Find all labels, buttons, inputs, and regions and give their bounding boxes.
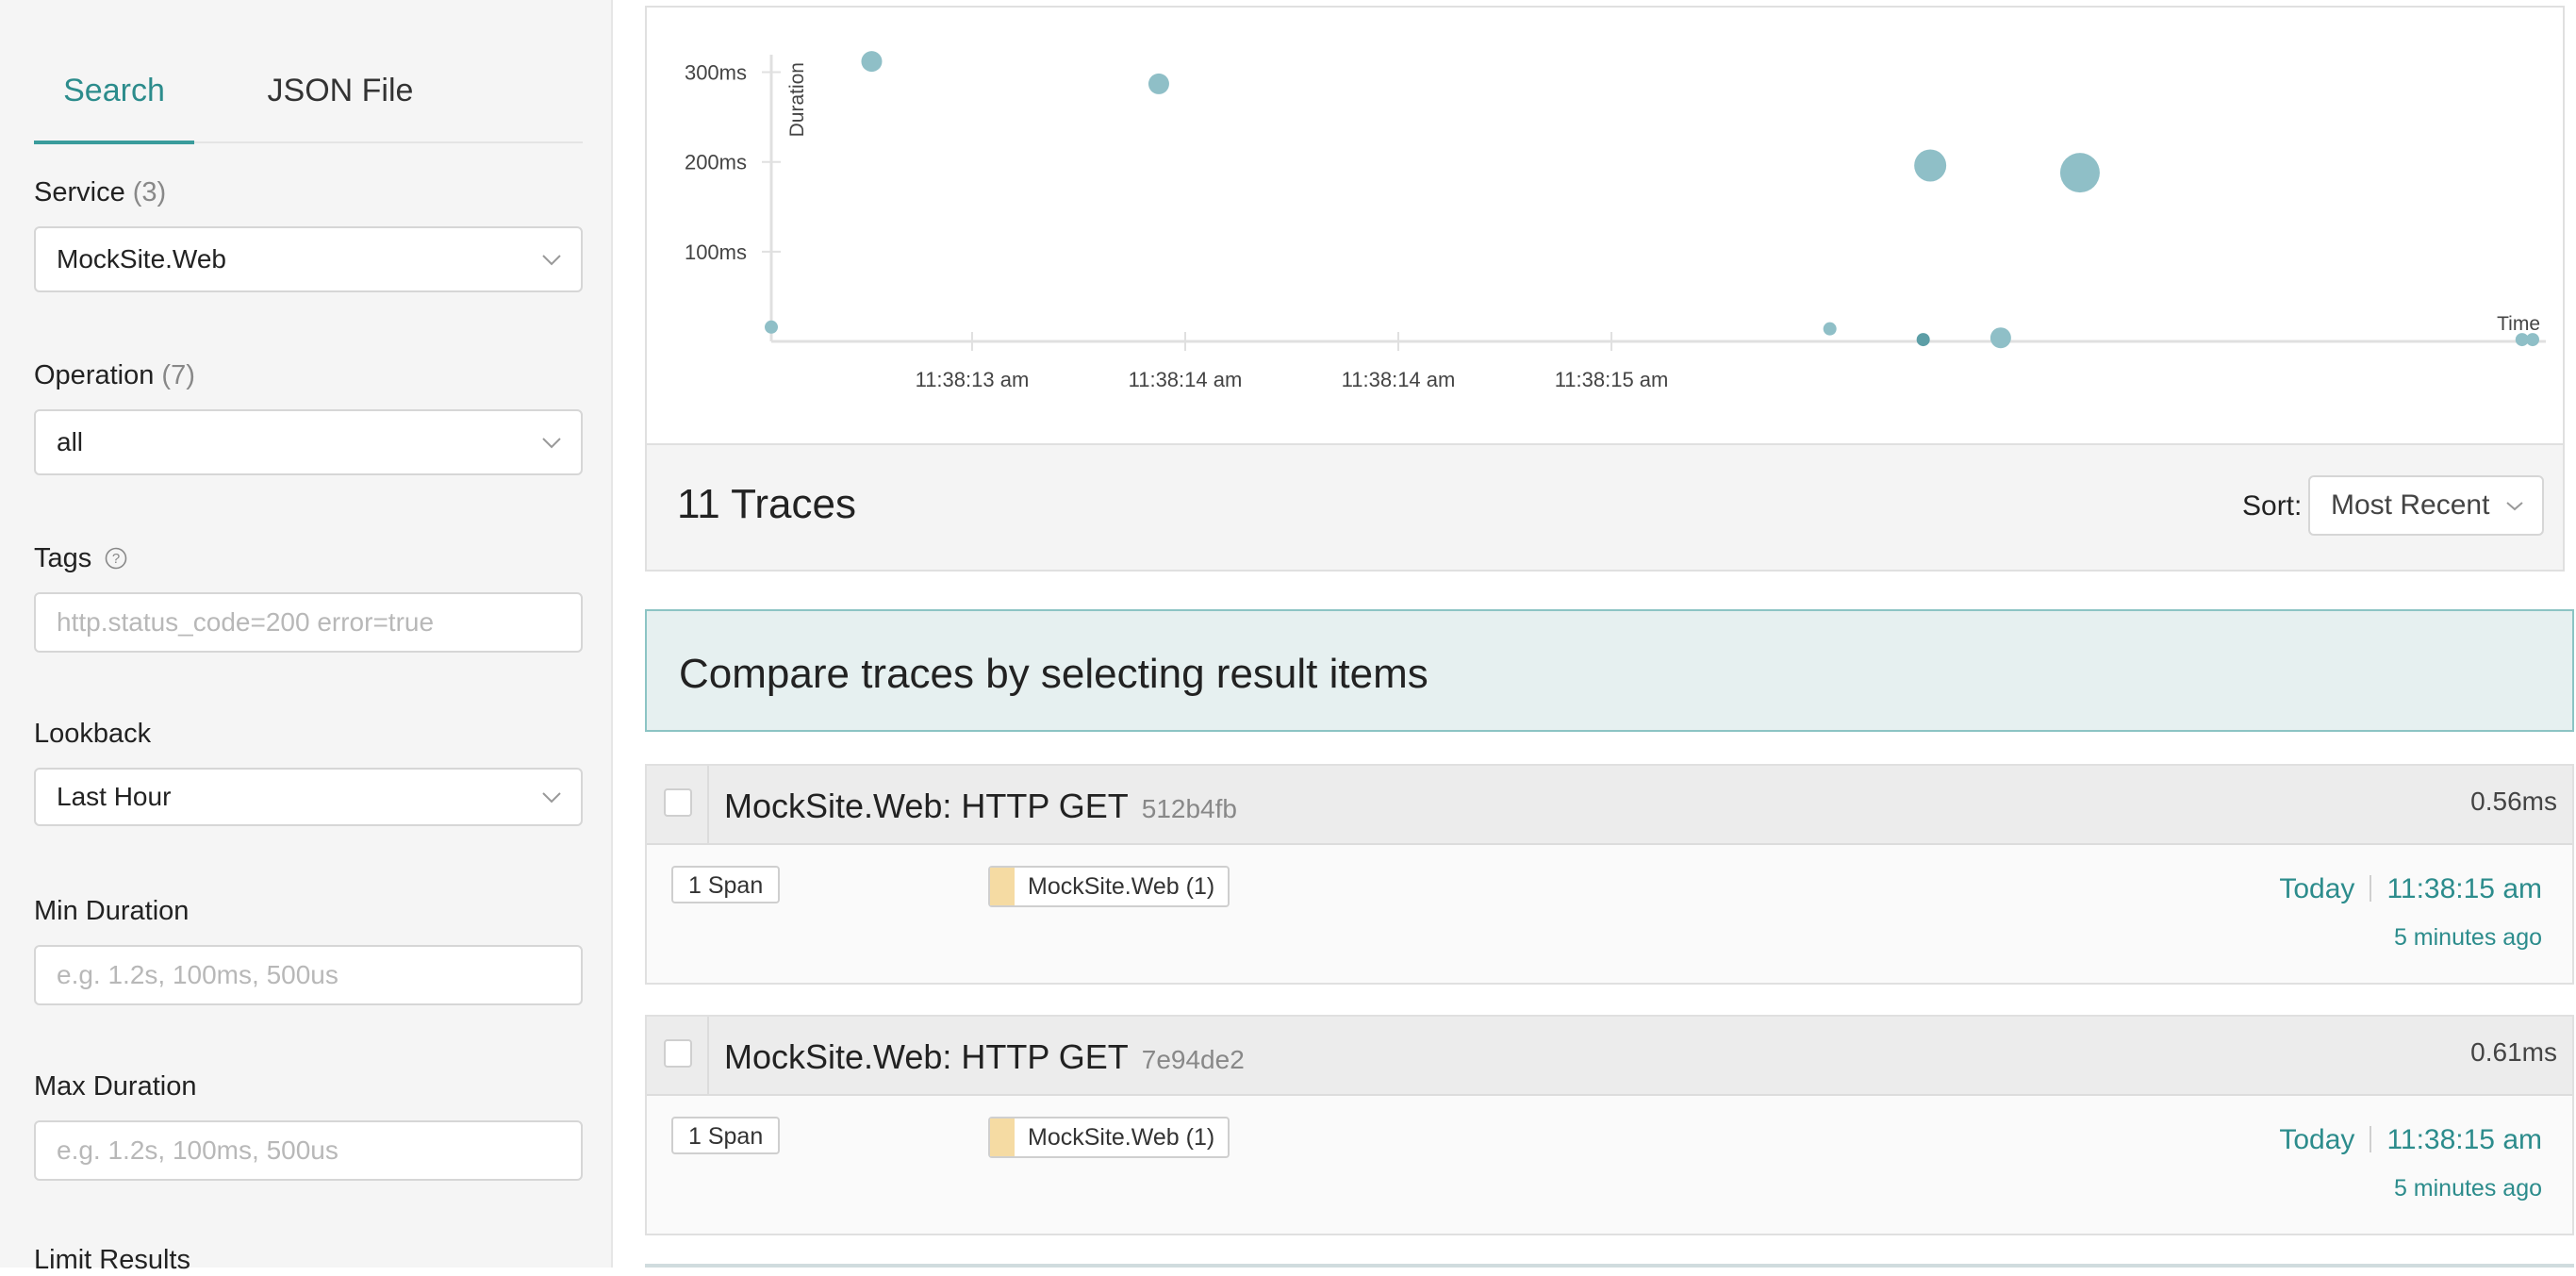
timestamp-divider: [2370, 875, 2372, 902]
service-badge-label: MockSite.Web (1): [1028, 1124, 1215, 1151]
trace-point[interactable]: [1990, 327, 2011, 349]
trace-point[interactable]: [2059, 153, 2100, 193]
trace-point[interactable]: [1823, 322, 1837, 336]
sort-select-value: Most Recent: [2331, 489, 2490, 521]
tags-label: Tags ?: [34, 543, 127, 574]
results-header: 11 Traces Sort: Most Recent: [645, 445, 2565, 572]
limit-results-label: Limit Results: [34, 1245, 190, 1275]
y-axis-ticks: 300ms 200ms 100ms: [685, 61, 781, 264]
max-duration-input[interactable]: [34, 1120, 583, 1181]
lookback-select-value: Last Hour: [57, 782, 172, 811]
trace-header: MockSite.Web: HTTP GET 512b4fb 0.56ms: [647, 766, 2572, 845]
trace-timestamp: Today 11:38:15 am: [2279, 873, 2542, 905]
trace-select-checkbox[interactable]: [664, 1039, 692, 1068]
trace-id: 7e94de2: [1141, 1045, 1245, 1074]
compare-banner-text: Compare traces by selecting result items: [679, 651, 1428, 697]
sort-label: Sort:: [2242, 490, 2303, 522]
y-tick-label: 300ms: [685, 61, 747, 85]
trace-relative-time: 5 minutes ago: [2393, 1175, 2542, 1201]
trace-scatter-chart: 300ms 200ms 100ms 11:38:13 am 11:38:14 am 11…: [645, 6, 2565, 445]
service-badge: MockSite.Web (1): [988, 866, 1230, 907]
service-badge: MockSite.Web (1): [988, 1117, 1230, 1158]
service-color-swatch: [990, 1119, 1015, 1156]
chevron-down-icon: [542, 255, 561, 266]
min-duration-label: Min Duration: [34, 896, 190, 926]
trace-date: Today: [2279, 1124, 2355, 1155]
span-count-badge: 1 Span: [671, 866, 781, 903]
operation-count: (7): [161, 360, 195, 390]
max-duration-label: Max Duration: [34, 1071, 197, 1102]
operation-label-text: Operation: [34, 360, 155, 390]
trace-point[interactable]: [1148, 73, 1169, 94]
lookback-label: Lookback: [34, 719, 152, 749]
trace-title[interactable]: MockSite.Web: HTTP GET 7e94de2: [724, 1037, 1245, 1077]
compare-banner: Compare traces by selecting result items: [645, 609, 2574, 732]
trace-date: Today: [2279, 873, 2355, 904]
service-count: (3): [132, 177, 167, 207]
sort-select[interactable]: Most Recent: [2308, 475, 2544, 536]
x-tick-label: 11:38:13 am: [916, 368, 1030, 391]
tab-search[interactable]: Search: [34, 38, 194, 144]
span-count-badge: 1 Span: [671, 1117, 781, 1154]
trace-point[interactable]: [861, 51, 883, 73]
trace-result-item-partial[interactable]: [645, 1264, 2574, 1268]
trace-select-checkbox[interactable]: [664, 788, 692, 817]
sidebar-tabs: Search JSON File: [34, 38, 583, 144]
results-count: 11 Traces: [677, 481, 856, 527]
tags-label-text: Tags: [34, 543, 92, 573]
search-sidebar: Search JSON File Service (3) MockSite.We…: [0, 0, 613, 1275]
service-label-text: Service: [34, 177, 125, 207]
x-tick-label: 11:38:14 am: [1342, 368, 1456, 391]
svg-text:?: ?: [112, 551, 120, 567]
trace-duration: 0.61ms: [2470, 1037, 2557, 1067]
trace-select-cell: [647, 766, 709, 843]
tags-input[interactable]: [34, 592, 583, 653]
service-select[interactable]: MockSite.Web: [34, 226, 583, 292]
trace-result-item[interactable]: MockSite.Web: HTTP GET 7e94de2 0.61ms 1 S…: [645, 1015, 2574, 1235]
operation-label: Operation (7): [34, 360, 195, 391]
trace-point[interactable]: [2526, 333, 2539, 347]
chart-axes: [769, 55, 2546, 343]
trace-point[interactable]: [1916, 333, 1930, 347]
trace-title[interactable]: MockSite.Web: HTTP GET 512b4fb: [724, 787, 1237, 826]
chevron-down-icon: [542, 792, 561, 804]
trace-point[interactable]: [765, 320, 778, 334]
trace-time: 11:38:15 am: [2386, 873, 2542, 904]
operation-select[interactable]: all: [34, 409, 583, 475]
trace-relative-time: 5 minutes ago: [2393, 924, 2542, 951]
x-tick-label: 11:38:14 am: [1129, 368, 1243, 391]
x-tick-label: 11:38:15 am: [1555, 368, 1669, 391]
trace-time: 11:38:15 am: [2386, 1124, 2542, 1155]
service-select-value: MockSite.Web: [57, 244, 226, 273]
operation-select-value: all: [57, 427, 84, 456]
lookback-select[interactable]: Last Hour: [34, 768, 583, 826]
trace-duration: 0.56ms: [2470, 787, 2557, 816]
timestamp-divider: [2370, 1126, 2372, 1152]
chevron-down-icon: [2506, 502, 2523, 511]
scatter-plot: 300ms 200ms 100ms 11:38:13 am 11:38:14 am 11…: [685, 51, 2546, 391]
trace-result-item[interactable]: MockSite.Web: HTTP GET 512b4fb 0.56ms 1 S…: [645, 764, 2574, 985]
service-label: Service (3): [34, 177, 166, 208]
tab-json-file[interactable]: JSON File: [251, 38, 430, 141]
y-tick-label: 100ms: [685, 240, 747, 264]
data-points[interactable]: [765, 51, 2539, 349]
trace-header: MockSite.Web: HTTP GET 7e94de2 0.61ms: [647, 1017, 2572, 1096]
trace-name: MockSite.Web: HTTP GET: [724, 787, 1129, 825]
chevron-down-icon: [542, 438, 561, 449]
x-axis-title: Time: [2497, 313, 2540, 335]
trace-id: 512b4fb: [1141, 794, 1237, 823]
trace-name: MockSite.Web: HTTP GET: [724, 1037, 1129, 1076]
service-color-swatch: [990, 868, 1015, 905]
service-badge-label: MockSite.Web (1): [1028, 873, 1215, 900]
trace-timestamp: Today 11:38:15 am: [2279, 1124, 2542, 1156]
trace-select-cell: [647, 1017, 709, 1094]
help-icon[interactable]: ?: [105, 547, 127, 570]
trace-point[interactable]: [1914, 149, 1947, 182]
y-axis-title: Duration: [786, 62, 808, 137]
y-tick-label: 200ms: [685, 151, 747, 174]
min-duration-input[interactable]: [34, 945, 583, 1005]
